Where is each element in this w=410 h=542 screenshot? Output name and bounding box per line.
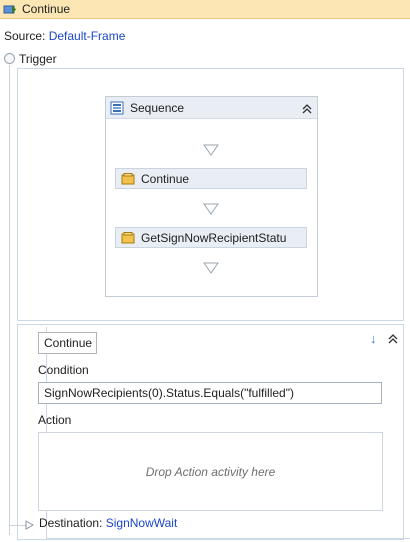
sequence-activity[interactable]: Sequence Continue GetSignNowRecipientSta… (105, 96, 318, 297)
activity-continue[interactable]: Continue (115, 168, 307, 189)
drop-target-icon[interactable] (203, 203, 219, 215)
activity-getsignnowrecipientstatus[interactable]: GetSignNowRecipientStatu (115, 227, 307, 248)
condition-input[interactable]: SignNowRecipients(0).Status.Equals("fulf… (38, 382, 382, 404)
activity-label: GetSignNowRecipientStatu (141, 231, 287, 245)
title-bar: Continue (0, 0, 410, 19)
transition-name-field[interactable]: Continue (38, 332, 97, 354)
expand-arrow-icon[interactable] (25, 520, 34, 530)
drop-target-icon[interactable] (203, 262, 219, 274)
sequence-title: Sequence (130, 101, 185, 115)
transition-icon (3, 5, 16, 14)
move-down-arrow-icon[interactable]: ↓ (370, 331, 377, 346)
destination-label: Destination: (39, 516, 103, 530)
collapse-icon[interactable] (301, 103, 313, 115)
source-link[interactable]: Default-Frame (49, 29, 126, 43)
sequence-header[interactable]: Sequence (106, 97, 317, 119)
trigger-label: Trigger (19, 52, 57, 66)
sequence-icon (110, 101, 124, 115)
destination-row: Destination: SignNowWait (39, 516, 177, 530)
action-drop-area[interactable]: Drop Action activity here (38, 432, 383, 511)
drop-target-icon[interactable] (203, 144, 219, 156)
action-label: Action (38, 413, 72, 427)
trigger-connector-icon (4, 53, 15, 64)
condition-label: Condition (38, 363, 89, 377)
source-row: Source: Default-Frame (4, 29, 125, 43)
activity-icon (121, 232, 135, 244)
activity-icon (121, 173, 135, 185)
window-title: Continue (22, 2, 71, 16)
destination-connector-line (10, 525, 26, 526)
connector-line (9, 65, 10, 535)
action-drop-placeholder: Drop Action activity here (145, 465, 276, 479)
destination-link[interactable]: SignNowWait (106, 516, 178, 530)
source-label: Source: (4, 29, 46, 43)
collapse-icon[interactable] (387, 333, 399, 345)
activity-label: Continue (141, 172, 190, 186)
